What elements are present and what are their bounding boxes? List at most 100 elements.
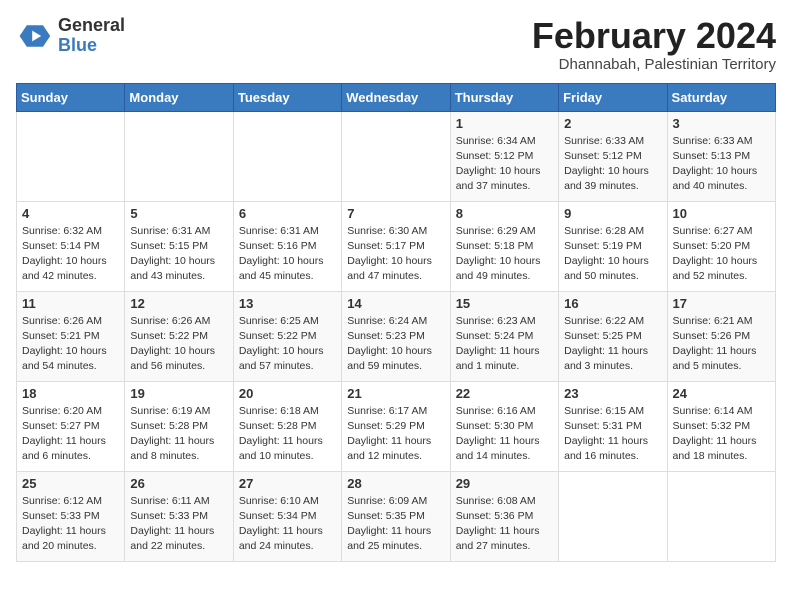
day-info: Sunrise: 6:09 AM Sunset: 5:35 PM Dayligh…	[347, 494, 444, 555]
day-info: Sunrise: 6:26 AM Sunset: 5:22 PM Dayligh…	[130, 314, 227, 375]
day-number: 18	[22, 386, 119, 401]
day-info: Sunrise: 6:33 AM Sunset: 5:13 PM Dayligh…	[673, 134, 770, 195]
calendar-cell: 29 Sunrise: 6:08 AM Sunset: 5:36 PM Dayli…	[450, 471, 558, 561]
day-number: 27	[239, 476, 336, 491]
calendar-week-row: 25 Sunrise: 6:12 AM Sunset: 5:33 PM Dayli…	[17, 471, 776, 561]
calendar-cell	[125, 111, 233, 201]
calendar-header-friday: Friday	[559, 83, 667, 111]
day-info: Sunrise: 6:08 AM Sunset: 5:36 PM Dayligh…	[456, 494, 553, 555]
calendar-cell: 18 Sunrise: 6:20 AM Sunset: 5:27 PM Dayli…	[17, 381, 125, 471]
month-year-title: February 2024	[532, 16, 776, 56]
day-number: 9	[564, 206, 661, 221]
calendar-cell: 21 Sunrise: 6:17 AM Sunset: 5:29 PM Dayli…	[342, 381, 450, 471]
calendar-cell: 16 Sunrise: 6:22 AM Sunset: 5:25 PM Dayli…	[559, 291, 667, 381]
day-info: Sunrise: 6:28 AM Sunset: 5:19 PM Dayligh…	[564, 224, 661, 285]
day-info: Sunrise: 6:17 AM Sunset: 5:29 PM Dayligh…	[347, 404, 444, 465]
calendar-header-row: SundayMondayTuesdayWednesdayThursdayFrid…	[17, 83, 776, 111]
day-info: Sunrise: 6:29 AM Sunset: 5:18 PM Dayligh…	[456, 224, 553, 285]
calendar-cell: 6 Sunrise: 6:31 AM Sunset: 5:16 PM Daylig…	[233, 201, 341, 291]
day-info: Sunrise: 6:23 AM Sunset: 5:24 PM Dayligh…	[456, 314, 553, 375]
day-number: 14	[347, 296, 444, 311]
calendar-cell	[233, 111, 341, 201]
day-number: 5	[130, 206, 227, 221]
day-number: 22	[456, 386, 553, 401]
logo-icon	[16, 18, 52, 54]
page-header: General Blue February 2024 Dhannabah, Pa…	[16, 16, 776, 73]
calendar-cell: 9 Sunrise: 6:28 AM Sunset: 5:19 PM Daylig…	[559, 201, 667, 291]
calendar-cell: 2Sunrise: 6:33 AM Sunset: 5:12 PM Daylig…	[559, 111, 667, 201]
day-info: Sunrise: 6:34 AM Sunset: 5:12 PM Dayligh…	[456, 134, 553, 195]
day-number: 19	[130, 386, 227, 401]
day-number: 6	[239, 206, 336, 221]
calendar-header-saturday: Saturday	[667, 83, 775, 111]
day-number: 3	[673, 116, 770, 131]
logo: General Blue	[16, 16, 125, 56]
calendar-week-row: 11 Sunrise: 6:26 AM Sunset: 5:21 PM Dayli…	[17, 291, 776, 381]
calendar-cell: 17 Sunrise: 6:21 AM Sunset: 5:26 PM Dayli…	[667, 291, 775, 381]
calendar-cell: 5 Sunrise: 6:31 AM Sunset: 5:15 PM Daylig…	[125, 201, 233, 291]
day-info: Sunrise: 6:22 AM Sunset: 5:25 PM Dayligh…	[564, 314, 661, 375]
calendar-cell: 20 Sunrise: 6:18 AM Sunset: 5:28 PM Dayli…	[233, 381, 341, 471]
day-info: Sunrise: 6:24 AM Sunset: 5:23 PM Dayligh…	[347, 314, 444, 375]
calendar-cell: 26Sunrise: 6:11 AM Sunset: 5:33 PM Dayli…	[125, 471, 233, 561]
day-info: Sunrise: 6:12 AM Sunset: 5:33 PM Dayligh…	[22, 494, 119, 555]
calendar-cell	[17, 111, 125, 201]
day-number: 1	[456, 116, 553, 131]
day-number: 13	[239, 296, 336, 311]
calendar-week-row: 4Sunrise: 6:32 AM Sunset: 5:14 PM Daylig…	[17, 201, 776, 291]
day-number: 25	[22, 476, 119, 491]
location-subtitle: Dhannabah, Palestinian Territory	[532, 56, 776, 73]
calendar-cell: 8 Sunrise: 6:29 AM Sunset: 5:18 PM Daylig…	[450, 201, 558, 291]
day-info: Sunrise: 6:16 AM Sunset: 5:30 PM Dayligh…	[456, 404, 553, 465]
day-number: 29	[456, 476, 553, 491]
day-number: 11	[22, 296, 119, 311]
calendar-header-thursday: Thursday	[450, 83, 558, 111]
calendar-cell: 22 Sunrise: 6:16 AM Sunset: 5:30 PM Dayli…	[450, 381, 558, 471]
calendar-table: SundayMondayTuesdayWednesdayThursdayFrid…	[16, 83, 776, 562]
day-info: Sunrise: 6:31 AM Sunset: 5:15 PM Dayligh…	[130, 224, 227, 285]
day-number: 23	[564, 386, 661, 401]
day-info: Sunrise: 6:19 AM Sunset: 5:28 PM Dayligh…	[130, 404, 227, 465]
calendar-header-monday: Monday	[125, 83, 233, 111]
calendar-cell: 7 Sunrise: 6:30 AM Sunset: 5:17 PM Daylig…	[342, 201, 450, 291]
calendar-week-row: 18 Sunrise: 6:20 AM Sunset: 5:27 PM Dayli…	[17, 381, 776, 471]
day-number: 10	[673, 206, 770, 221]
day-info: Sunrise: 6:33 AM Sunset: 5:12 PM Dayligh…	[564, 134, 661, 195]
calendar-cell	[342, 111, 450, 201]
day-info: Sunrise: 6:18 AM Sunset: 5:28 PM Dayligh…	[239, 404, 336, 465]
calendar-header-sunday: Sunday	[17, 83, 125, 111]
calendar-cell: 11 Sunrise: 6:26 AM Sunset: 5:21 PM Dayli…	[17, 291, 125, 381]
calendar-cell: 10Sunrise: 6:27 AM Sunset: 5:20 PM Dayli…	[667, 201, 775, 291]
title-block: February 2024 Dhannabah, Palestinian Ter…	[532, 16, 776, 73]
day-info: Sunrise: 6:20 AM Sunset: 5:27 PM Dayligh…	[22, 404, 119, 465]
calendar-cell: 25 Sunrise: 6:12 AM Sunset: 5:33 PM Dayli…	[17, 471, 125, 561]
calendar-cell: 13 Sunrise: 6:25 AM Sunset: 5:22 PM Dayli…	[233, 291, 341, 381]
day-number: 24	[673, 386, 770, 401]
calendar-cell: 3 Sunrise: 6:33 AM Sunset: 5:13 PM Daylig…	[667, 111, 775, 201]
calendar-cell: 19 Sunrise: 6:19 AM Sunset: 5:28 PM Dayli…	[125, 381, 233, 471]
day-number: 16	[564, 296, 661, 311]
day-info: Sunrise: 6:31 AM Sunset: 5:16 PM Dayligh…	[239, 224, 336, 285]
calendar-cell: 1 Sunrise: 6:34 AM Sunset: 5:12 PM Daylig…	[450, 111, 558, 201]
calendar-header-wednesday: Wednesday	[342, 83, 450, 111]
calendar-cell: 27Sunrise: 6:10 AM Sunset: 5:34 PM Dayli…	[233, 471, 341, 561]
calendar-cell	[667, 471, 775, 561]
day-number: 17	[673, 296, 770, 311]
day-info: Sunrise: 6:14 AM Sunset: 5:32 PM Dayligh…	[673, 404, 770, 465]
day-info: Sunrise: 6:25 AM Sunset: 5:22 PM Dayligh…	[239, 314, 336, 375]
day-number: 8	[456, 206, 553, 221]
day-info: Sunrise: 6:26 AM Sunset: 5:21 PM Dayligh…	[22, 314, 119, 375]
calendar-cell: 14 Sunrise: 6:24 AM Sunset: 5:23 PM Dayli…	[342, 291, 450, 381]
calendar-cell: 15Sunrise: 6:23 AM Sunset: 5:24 PM Dayli…	[450, 291, 558, 381]
calendar-header-tuesday: Tuesday	[233, 83, 341, 111]
day-info: Sunrise: 6:30 AM Sunset: 5:17 PM Dayligh…	[347, 224, 444, 285]
day-info: Sunrise: 6:21 AM Sunset: 5:26 PM Dayligh…	[673, 314, 770, 375]
day-number: 21	[347, 386, 444, 401]
calendar-cell: 12Sunrise: 6:26 AM Sunset: 5:22 PM Dayli…	[125, 291, 233, 381]
calendar-cell: 4Sunrise: 6:32 AM Sunset: 5:14 PM Daylig…	[17, 201, 125, 291]
calendar-cell: 23Sunrise: 6:15 AM Sunset: 5:31 PM Dayli…	[559, 381, 667, 471]
day-number: 26	[130, 476, 227, 491]
day-number: 20	[239, 386, 336, 401]
day-number: 7	[347, 206, 444, 221]
calendar-cell	[559, 471, 667, 561]
